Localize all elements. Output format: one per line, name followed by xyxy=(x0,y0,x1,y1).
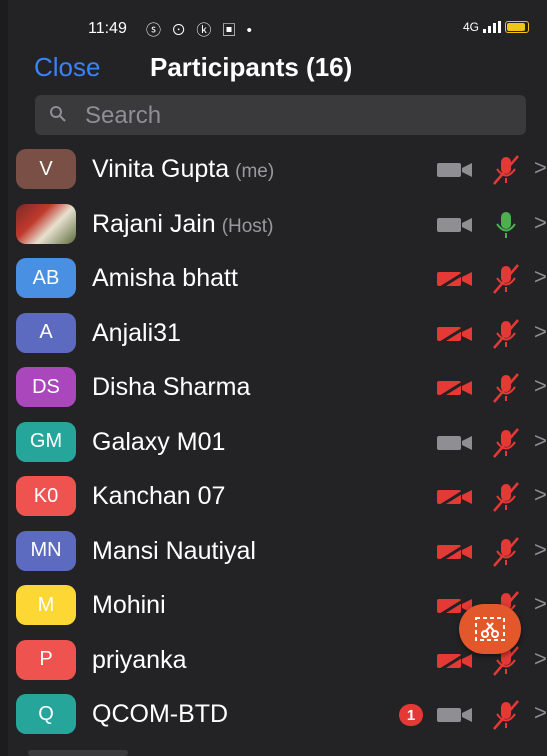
participant-row[interactable]: A Anjali31 > xyxy=(8,306,547,361)
signal-icon xyxy=(483,21,501,33)
chevron-right-icon[interactable]: > xyxy=(534,537,547,563)
status-right: 4G xyxy=(463,20,529,34)
avatar: V xyxy=(16,149,76,189)
chevron-right-icon[interactable]: > xyxy=(534,373,547,399)
participant-name-text: Rajani Jain xyxy=(92,209,216,238)
participant-name: Galaxy M01 xyxy=(92,428,225,457)
avatar: Q xyxy=(16,694,76,734)
page-title: Participants (16) xyxy=(150,52,353,82)
bottom-edge-hint xyxy=(28,750,128,756)
close-button[interactable]: Close xyxy=(34,52,100,83)
participant-name: Anjali31 xyxy=(92,319,181,348)
participant-name: Mohini xyxy=(92,591,166,620)
search-icon xyxy=(50,106,66,122)
participant-name-text: Disha Sharma xyxy=(92,373,251,401)
participant-name-text: Galaxy M01 xyxy=(92,427,226,456)
mic-icon[interactable] xyxy=(488,209,524,241)
participant-name-text: Kanchan 07 xyxy=(92,482,226,510)
header: Close Participants (16) xyxy=(8,48,547,88)
participant-name: Disha Sharma xyxy=(92,373,250,402)
participant-row[interactable]: Rajani Jain (Host) > xyxy=(8,197,547,252)
search-input[interactable] xyxy=(83,100,507,132)
video-off-icon[interactable] xyxy=(436,268,474,290)
participant-name-text: Anjali31 xyxy=(92,318,181,347)
video-icon[interactable] xyxy=(436,705,474,725)
chevron-right-icon[interactable]: > xyxy=(534,319,547,345)
mic-muted-icon[interactable] xyxy=(488,318,524,350)
participant-row[interactable]: AB Amisha bhatt > xyxy=(8,251,547,306)
avatar: AB xyxy=(16,258,76,298)
participant-name-text: QCOM-BTD xyxy=(92,700,229,728)
avatar xyxy=(16,203,76,244)
participant-name: Rajani Jain (Host) xyxy=(92,210,273,239)
avatar: A xyxy=(16,312,76,353)
mic-muted-icon[interactable] xyxy=(488,427,524,459)
avatar: DS xyxy=(16,367,76,407)
video-off-icon[interactable] xyxy=(436,541,474,562)
participant-row[interactable]: GM Galaxy M01 > xyxy=(8,415,547,470)
mic-muted-icon[interactable] xyxy=(488,372,524,404)
unread-badge: 1 xyxy=(399,704,423,726)
participant-name: Mansi Nautiyal xyxy=(92,537,256,566)
participant-row[interactable]: DS Disha Sharma > xyxy=(8,360,547,415)
battery-icon xyxy=(505,21,529,33)
chevron-right-icon[interactable]: > xyxy=(534,700,547,726)
chevron-right-icon[interactable]: > xyxy=(534,646,547,672)
avatar: MN xyxy=(16,530,76,571)
screenshot-scissors-icon xyxy=(475,617,505,641)
search-bar[interactable] xyxy=(35,95,526,135)
mic-muted-icon[interactable] xyxy=(488,536,524,568)
participant-name: priyanka xyxy=(92,646,187,675)
network-label: 4G xyxy=(462,20,479,34)
video-icon[interactable] xyxy=(436,215,474,235)
participant-row[interactable]: MN Mansi Nautiyal > xyxy=(8,524,547,579)
participant-row[interactable]: K0 Kanchan 07 > xyxy=(8,469,547,524)
participant-name-text: Vinita Gupta xyxy=(92,155,230,183)
participant-name: Kanchan 07 xyxy=(92,482,225,511)
video-off-icon[interactable] xyxy=(436,650,474,671)
mic-muted-icon[interactable] xyxy=(488,154,524,186)
participant-name-text: Amisha bhatt xyxy=(92,264,238,292)
participant-list: V Vinita Gupta (me) > Rajani Jain (Host) > AB Am… xyxy=(8,142,547,742)
avatar: K0 xyxy=(16,476,76,516)
avatar: P xyxy=(16,639,76,680)
participant-name: QCOM-BTD xyxy=(92,700,228,729)
chevron-right-icon[interactable]: > xyxy=(534,210,547,236)
status-bar: 11:49 ⓢ ⊙ ⓚ ▣ • 4G xyxy=(8,8,547,48)
mic-muted-icon[interactable] xyxy=(488,699,524,731)
chevron-right-icon[interactable]: > xyxy=(534,482,547,508)
participant-name-text: Mohini xyxy=(92,591,166,619)
participant-role-tag: (me) xyxy=(235,161,275,182)
phone-screen: 11:49 ⓢ ⊙ ⓚ ▣ • 4G Close Participants (1… xyxy=(8,0,547,756)
chevron-right-icon[interactable]: > xyxy=(534,155,547,181)
chevron-right-icon[interactable]: > xyxy=(534,428,547,454)
participant-name: Vinita Gupta (me) xyxy=(92,155,274,184)
participant-name-text: priyanka xyxy=(92,645,187,674)
participant-name-text: Mansi Nautiyal xyxy=(92,536,256,565)
video-off-icon[interactable] xyxy=(436,323,474,344)
mic-muted-icon[interactable] xyxy=(488,263,524,295)
video-off-icon[interactable] xyxy=(436,377,474,399)
participant-name: Amisha bhatt xyxy=(92,264,238,293)
screenshot-fab[interactable] xyxy=(459,604,521,654)
chevron-right-icon[interactable]: > xyxy=(534,264,547,290)
participant-row[interactable]: V Vinita Gupta (me) > xyxy=(8,142,547,197)
video-icon[interactable] xyxy=(436,160,474,180)
mic-muted-icon[interactable] xyxy=(488,481,524,513)
participant-row[interactable]: Q QCOM-BTD 1 > xyxy=(8,687,547,742)
video-off-icon[interactable] xyxy=(436,486,474,508)
avatar: GM xyxy=(16,421,76,462)
participant-role-tag: (Host) xyxy=(221,215,274,237)
video-icon[interactable] xyxy=(436,433,474,453)
avatar: M xyxy=(16,585,76,625)
status-time: 11:49 xyxy=(88,20,127,37)
notification-icons: ⓢ ⊙ ⓚ ▣ • xyxy=(146,22,255,39)
chevron-right-icon[interactable]: > xyxy=(534,591,547,617)
